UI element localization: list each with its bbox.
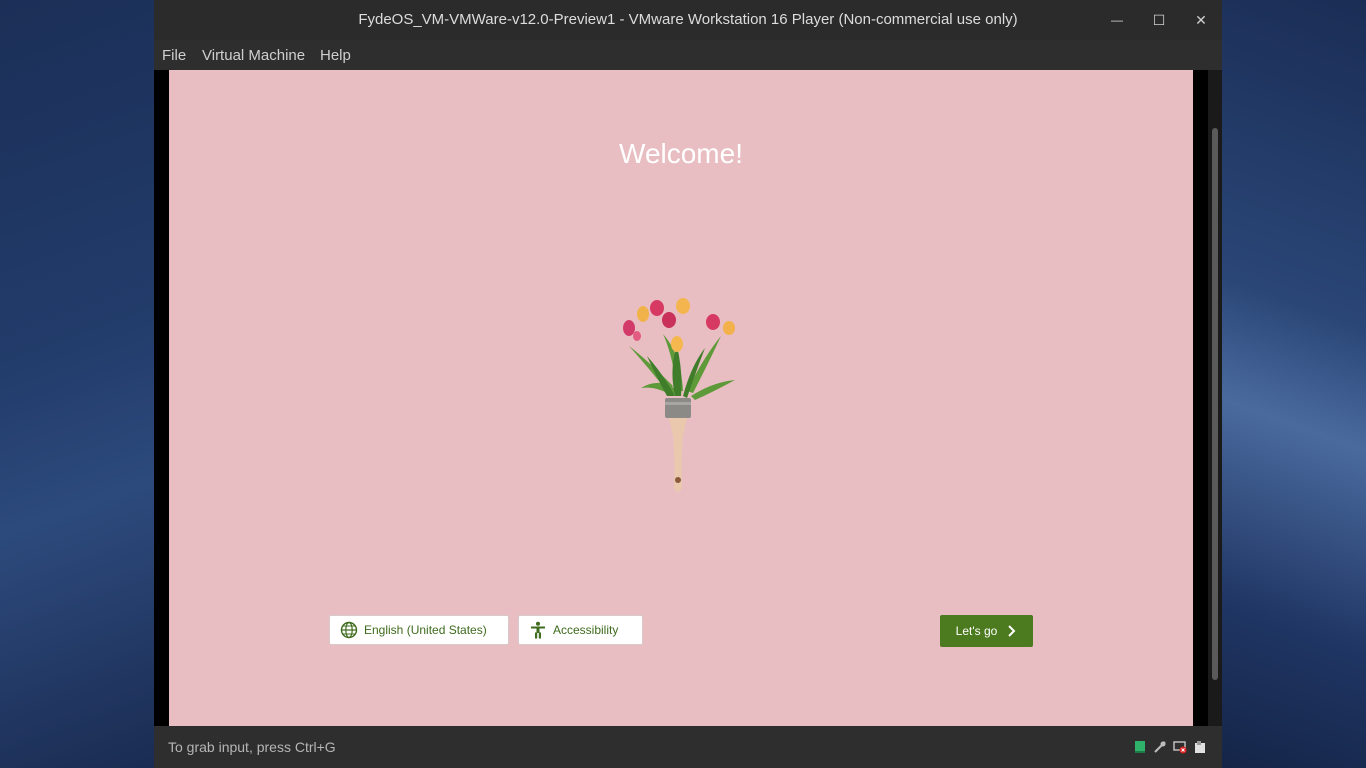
- close-button[interactable]: ✕: [1180, 0, 1222, 40]
- hard-disk-icon[interactable]: [1133, 740, 1147, 754]
- minimize-button[interactable]: —: [1096, 0, 1138, 40]
- lets-go-label: Let's go: [955, 624, 998, 638]
- accessibility-label: Accessibility: [553, 623, 619, 637]
- vmware-player-window: FydeOS_VM-VMWare-v12.0-Preview1 - VMware…: [154, 0, 1222, 768]
- desktop-background-left: [0, 0, 154, 768]
- minimize-icon: —: [1111, 13, 1123, 27]
- welcome-heading: Welcome!: [619, 138, 743, 169]
- tulip-paintbrush-illustration: [623, 298, 735, 492]
- accessibility-icon: [531, 621, 545, 639]
- accessibility-button[interactable]: Accessibility: [518, 615, 643, 645]
- desktop-background-right: [1222, 0, 1366, 768]
- scrollbar-thumb[interactable]: [1212, 128, 1218, 680]
- menu-help[interactable]: Help: [320, 47, 351, 64]
- grab-input-hint: To grab input, press Ctrl+G: [168, 739, 336, 755]
- guest-screen[interactable]: Welcome! English (United States) Accessi…: [169, 70, 1193, 726]
- language-label: English (United States): [364, 623, 487, 637]
- globe-icon: [340, 621, 358, 639]
- vertical-scrollbar[interactable]: [1208, 70, 1222, 726]
- network-icon[interactable]: [1153, 740, 1167, 754]
- maximize-icon: ☐: [1152, 11, 1166, 28]
- close-icon: ✕: [1195, 11, 1207, 28]
- title-bar[interactable]: FydeOS_VM-VMWare-v12.0-Preview1 - VMware…: [154, 0, 1222, 40]
- removable-device-icon[interactable]: [1193, 740, 1207, 754]
- display-disconnected-icon[interactable]: [1173, 740, 1187, 754]
- status-bar: To grab input, press Ctrl+G: [154, 726, 1222, 768]
- maximize-button[interactable]: ☐: [1138, 0, 1180, 40]
- window-title: FydeOS_VM-VMWare-v12.0-Preview1 - VMware…: [358, 11, 1018, 28]
- language-button[interactable]: English (United States): [329, 615, 509, 645]
- menu-virtual-machine[interactable]: Virtual Machine: [202, 47, 305, 64]
- chevron-right-icon: [1008, 625, 1016, 637]
- lets-go-button[interactable]: Let's go: [940, 615, 1033, 647]
- menu-bar: File Virtual Machine Help: [154, 40, 1222, 70]
- menu-file[interactable]: File: [162, 47, 186, 64]
